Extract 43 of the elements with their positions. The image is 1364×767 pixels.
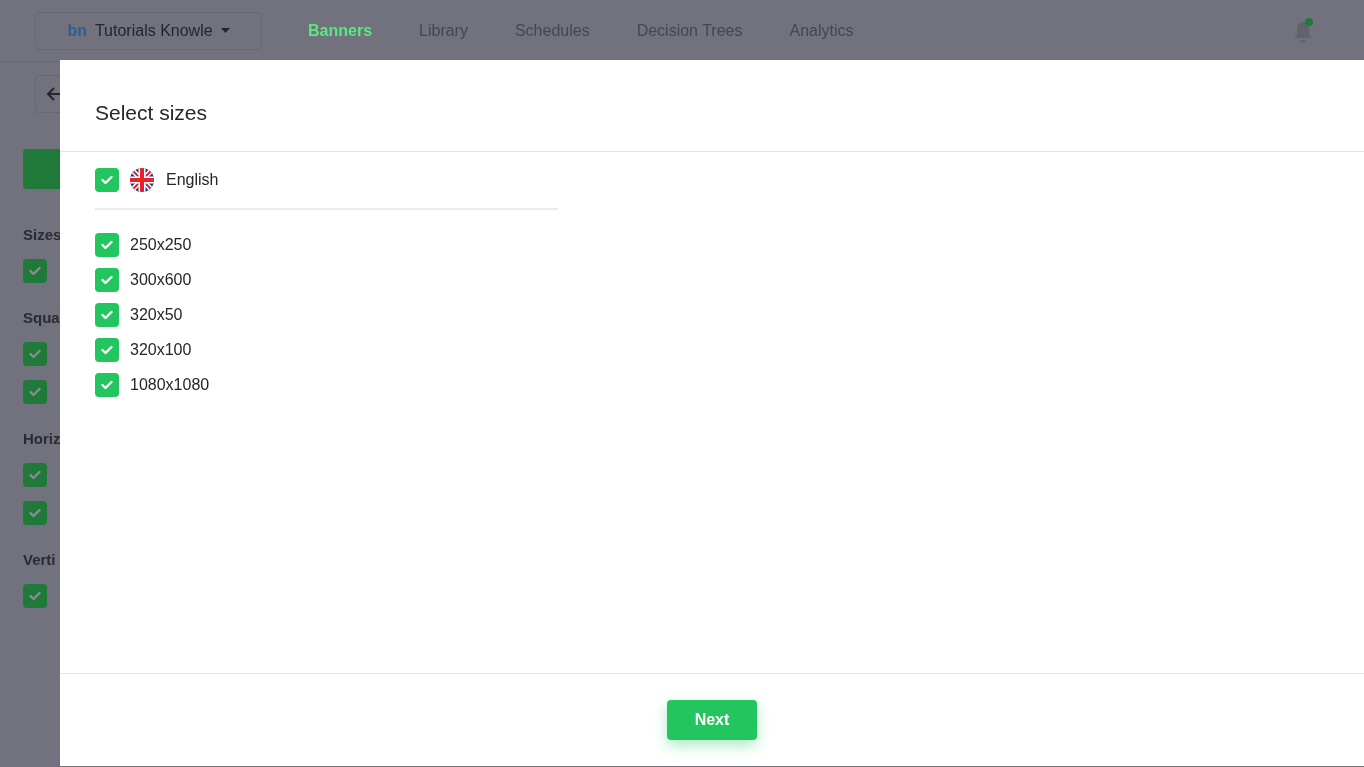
checkmark-icon [101,310,113,320]
logo: bn [67,20,87,41]
checkmark-icon [29,266,41,276]
checkmark-icon [29,349,41,359]
checkbox[interactable] [23,259,47,283]
checkbox[interactable] [95,168,119,192]
checkmark-icon [101,175,113,185]
section-heading: Verti [23,550,56,570]
checkmark-icon [29,508,41,518]
checkbox[interactable] [95,233,119,257]
checkmark-icon [101,275,113,285]
uk-flag-icon [130,168,154,192]
checkbox[interactable] [23,380,47,404]
bell-icon[interactable] [1292,17,1314,44]
checkbox[interactable] [23,501,47,525]
size-label: 300x600 [130,270,192,290]
next-button[interactable]: Next [667,700,757,740]
size-label: 320x100 [130,340,192,360]
checkmark-icon [29,470,41,480]
checkmark-icon [101,345,113,355]
checkbox[interactable] [95,268,119,292]
language-label: English [166,170,219,190]
section-heading: Sizes [23,225,62,245]
checkbox[interactable] [23,584,47,608]
caret-icon [220,28,230,33]
size-label: 320x50 [130,305,183,325]
workspace-name: Tutorials Knowle [94,20,213,41]
workspace-dropdown[interactable]: bn Tutorials Knowle [35,11,262,50]
checkbox[interactable] [95,338,119,362]
size-label: 250x250 [130,235,192,255]
size-label: 1080x1080 [130,375,210,395]
nav-tab[interactable]: Banners [308,18,373,43]
checkmark-icon [101,380,113,390]
section-heading: Squa [23,308,60,328]
checkbox[interactable] [95,303,119,327]
checkmark-icon [101,240,113,250]
checkbox[interactable] [95,373,119,397]
checkbox[interactable] [23,463,47,487]
checkmark-icon [29,591,41,601]
checkmark-icon [29,387,41,397]
checkbox[interactable] [23,342,47,366]
section-heading: Horiz [23,429,61,449]
dialog-title: Select sizes [95,100,208,127]
